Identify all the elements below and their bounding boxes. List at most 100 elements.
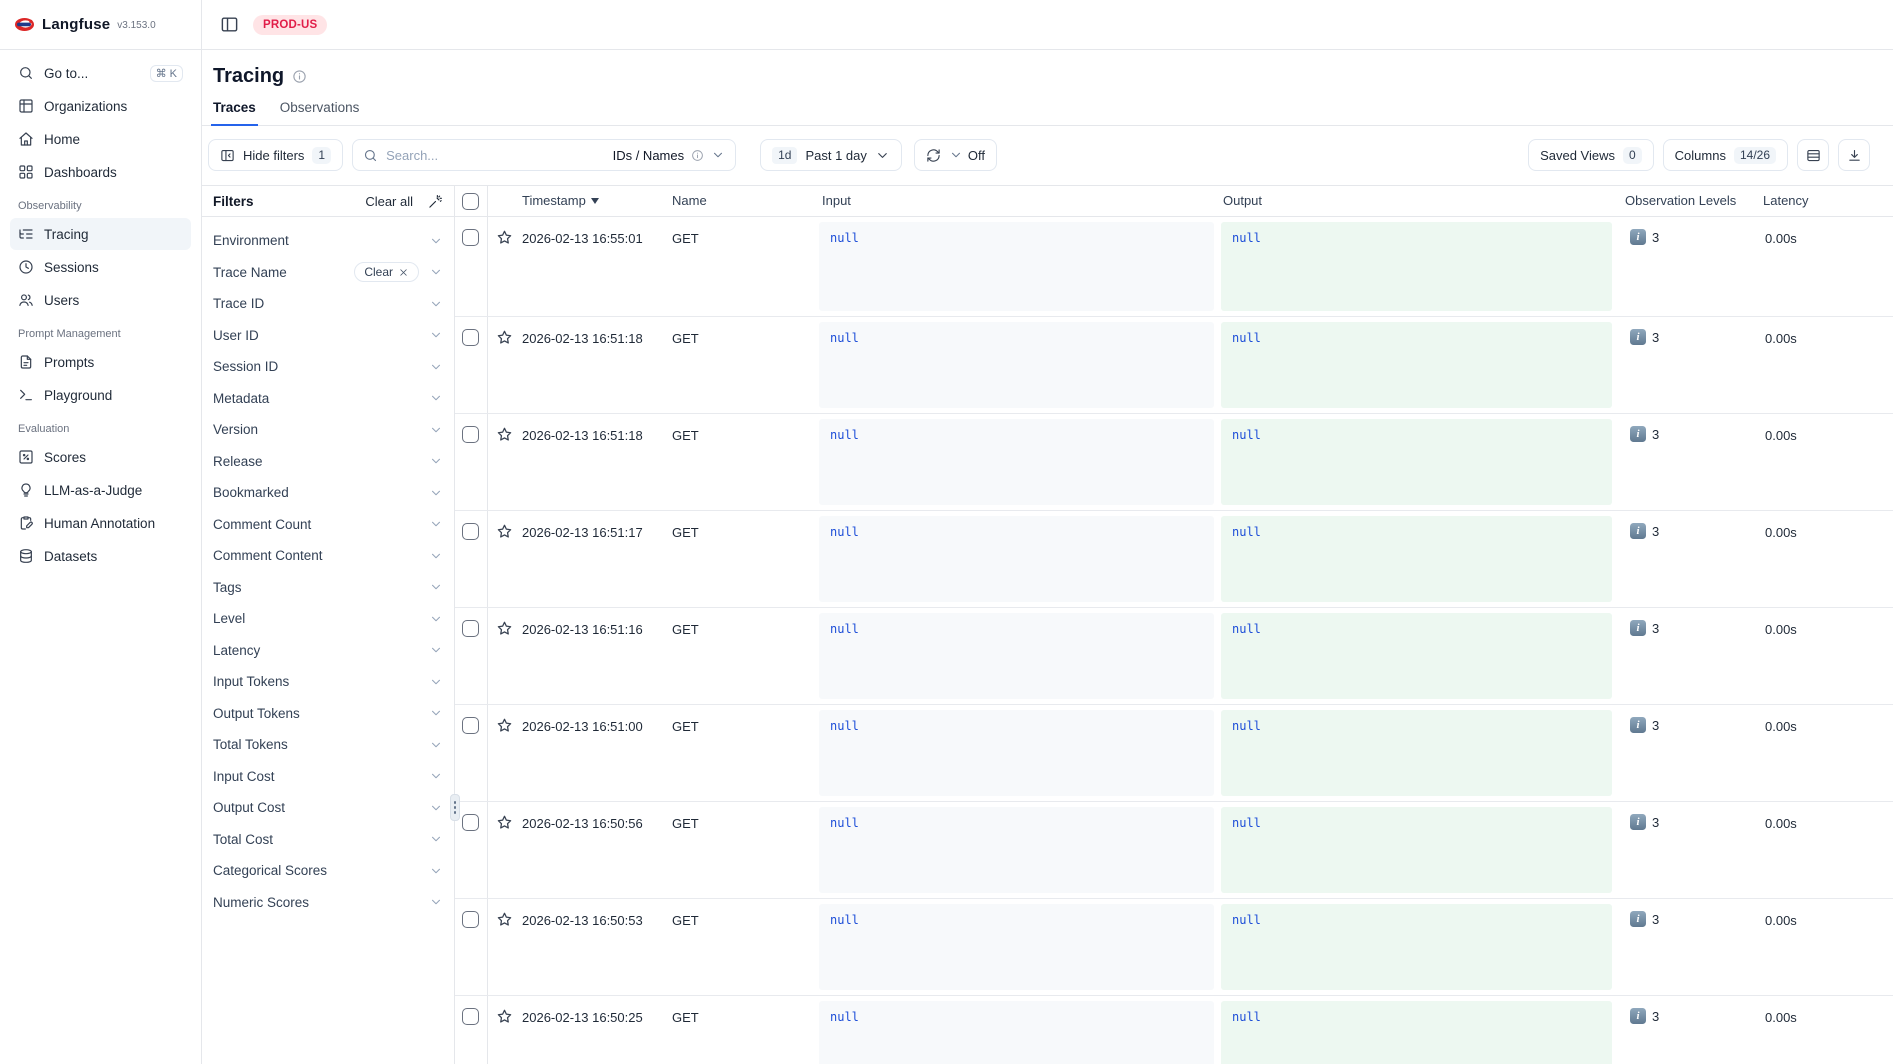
bookmark-star-icon[interactable] <box>496 426 513 443</box>
table-row[interactable]: 2026-02-13 16:50:25GETnullnulli30.00s <box>455 996 1893 1064</box>
filter-item-latency[interactable]: Latency <box>202 635 454 667</box>
bookmark-star-icon[interactable] <box>496 229 513 246</box>
filter-item-environment[interactable]: Environment <box>202 225 454 257</box>
search-scope-select[interactable]: IDs / Names <box>613 148 726 163</box>
output-cell[interactable]: null <box>1221 419 1612 505</box>
refresh-button[interactable] <box>926 148 941 163</box>
column-header-timestamp[interactable]: Timestamp <box>522 193 599 208</box>
sidebar-item-dashboards[interactable]: Dashboards <box>10 156 191 188</box>
row-checkbox[interactable] <box>462 229 479 246</box>
output-cell[interactable]: null <box>1221 1001 1612 1064</box>
filter-item-output-tokens[interactable]: Output Tokens <box>202 698 454 730</box>
filter-item-output-cost[interactable]: Output Cost <box>202 792 454 824</box>
bookmark-star-icon[interactable] <box>496 329 513 346</box>
input-cell[interactable]: null <box>819 613 1214 699</box>
table-row[interactable]: 2026-02-13 16:55:01GETnullnulli30.00s <box>455 217 1893 317</box>
bookmark-star-icon[interactable] <box>496 814 513 831</box>
tab-traces[interactable]: Traces <box>213 100 256 125</box>
columns-button[interactable]: Columns 14/26 <box>1663 139 1788 171</box>
sidebar-item-organizations[interactable]: Organizations <box>10 90 191 122</box>
row-height-button[interactable] <box>1797 139 1829 171</box>
filter-item-comment-count[interactable]: Comment Count <box>202 509 454 541</box>
row-checkbox[interactable] <box>462 717 479 734</box>
bookmark-star-icon[interactable] <box>496 717 513 734</box>
filter-item-trace-id[interactable]: Trace ID <box>202 288 454 320</box>
filter-item-input-tokens[interactable]: Input Tokens <box>202 666 454 698</box>
filter-item-total-cost[interactable]: Total Cost <box>202 824 454 856</box>
sidebar-item-prompts[interactable]: Prompts <box>10 346 191 378</box>
sidebar-item-goto[interactable]: Go to...⌘ K <box>10 57 191 89</box>
input-cell[interactable]: null <box>819 222 1214 311</box>
row-checkbox[interactable] <box>462 1008 479 1025</box>
bookmark-star-icon[interactable] <box>496 1008 513 1025</box>
table-row[interactable]: 2026-02-13 16:51:16GETnullnulli30.00s <box>455 608 1893 705</box>
filter-item-input-cost[interactable]: Input Cost <box>202 761 454 793</box>
sidebar-item-datasets[interactable]: Datasets <box>10 540 191 572</box>
clear-all-filters-button[interactable]: Clear all <box>365 194 413 209</box>
input-cell[interactable]: null <box>819 419 1214 505</box>
bookmark-star-icon[interactable] <box>496 523 513 540</box>
sidebar-item-scores[interactable]: Scores <box>10 441 191 473</box>
row-checkbox[interactable] <box>462 523 479 540</box>
bookmark-star-icon[interactable] <box>496 911 513 928</box>
filter-item-total-tokens[interactable]: Total Tokens <box>202 729 454 761</box>
sidebar-item-sessions[interactable]: Sessions <box>10 251 191 283</box>
output-cell[interactable]: null <box>1221 710 1612 796</box>
sidebar-item-users[interactable]: Users <box>10 284 191 316</box>
filter-item-trace-name[interactable]: Trace NameClear <box>202 257 454 289</box>
filter-item-session-id[interactable]: Session ID <box>202 351 454 383</box>
time-range-button[interactable]: 1d Past 1 day <box>760 139 902 171</box>
column-header-name[interactable]: Name <box>672 193 707 208</box>
output-cell[interactable]: null <box>1221 904 1612 990</box>
filter-item-level[interactable]: Level <box>202 603 454 635</box>
table-row[interactable]: 2026-02-13 16:51:00GETnullnulli30.00s <box>455 705 1893 802</box>
table-row[interactable]: 2026-02-13 16:50:56GETnullnulli30.00s <box>455 802 1893 899</box>
filter-item-release[interactable]: Release <box>202 446 454 478</box>
select-all-checkbox[interactable] <box>462 193 479 210</box>
filter-item-comment-content[interactable]: Comment Content <box>202 540 454 572</box>
sidebar-item-human-annotation[interactable]: Human Annotation <box>10 507 191 539</box>
column-header-input[interactable]: Input <box>822 193 851 208</box>
input-cell[interactable]: null <box>819 904 1214 990</box>
input-cell[interactable]: null <box>819 1001 1214 1064</box>
output-cell[interactable]: null <box>1221 807 1612 893</box>
table-row[interactable]: 2026-02-13 16:51:18GETnullnulli30.00s <box>455 414 1893 511</box>
search-input[interactable]: Search... IDs / Names <box>352 139 736 171</box>
input-cell[interactable]: null <box>819 322 1214 408</box>
row-checkbox[interactable] <box>462 426 479 443</box>
clear-filter-chip[interactable]: Clear <box>354 262 419 282</box>
filter-item-bookmarked[interactable]: Bookmarked <box>202 477 454 509</box>
bookmark-star-icon[interactable] <box>496 620 513 637</box>
table-row[interactable]: 2026-02-13 16:51:18GETnullnulli30.00s <box>455 317 1893 414</box>
filter-item-numeric-scores[interactable]: Numeric Scores <box>202 887 454 919</box>
sidebar-item-tracing[interactable]: Tracing <box>10 218 191 250</box>
input-cell[interactable]: null <box>819 710 1214 796</box>
table-row[interactable]: 2026-02-13 16:50:53GETnullnulli30.00s <box>455 899 1893 996</box>
sidebar-item-llm-as-a-judge[interactable]: LLM-as-a-Judge <box>10 474 191 506</box>
filter-item-categorical-scores[interactable]: Categorical Scores <box>202 855 454 887</box>
export-button[interactable] <box>1838 139 1870 171</box>
column-header-observation-levels[interactable]: Observation Levels <box>1625 193 1736 208</box>
input-cell[interactable]: null <box>819 516 1214 602</box>
tab-observations[interactable]: Observations <box>280 100 360 125</box>
hide-filters-button[interactable]: Hide filters 1 <box>208 139 343 171</box>
saved-views-button[interactable]: Saved Views 0 <box>1528 139 1654 171</box>
output-cell[interactable]: null <box>1221 516 1612 602</box>
filter-item-user-id[interactable]: User ID <box>202 320 454 352</box>
output-cell[interactable]: null <box>1221 222 1612 311</box>
magic-wand-icon[interactable] <box>428 194 443 209</box>
row-checkbox[interactable] <box>462 814 479 831</box>
panel-resize-handle[interactable] <box>450 794 460 821</box>
sidebar-item-home[interactable]: Home <box>10 123 191 155</box>
column-header-output[interactable]: Output <box>1223 193 1262 208</box>
sidebar-toggle-button[interactable] <box>220 15 239 34</box>
auto-refresh-select[interactable]: Off <box>949 148 985 163</box>
table-row[interactable]: 2026-02-13 16:51:17GETnullnulli30.00s <box>455 511 1893 608</box>
row-checkbox[interactable] <box>462 329 479 346</box>
column-header-latency[interactable]: Latency <box>1763 193 1809 208</box>
row-checkbox[interactable] <box>462 911 479 928</box>
filter-item-metadata[interactable]: Metadata <box>202 383 454 415</box>
output-cell[interactable]: null <box>1221 322 1612 408</box>
input-cell[interactable]: null <box>819 807 1214 893</box>
sidebar-item-playground[interactable]: Playground <box>10 379 191 411</box>
